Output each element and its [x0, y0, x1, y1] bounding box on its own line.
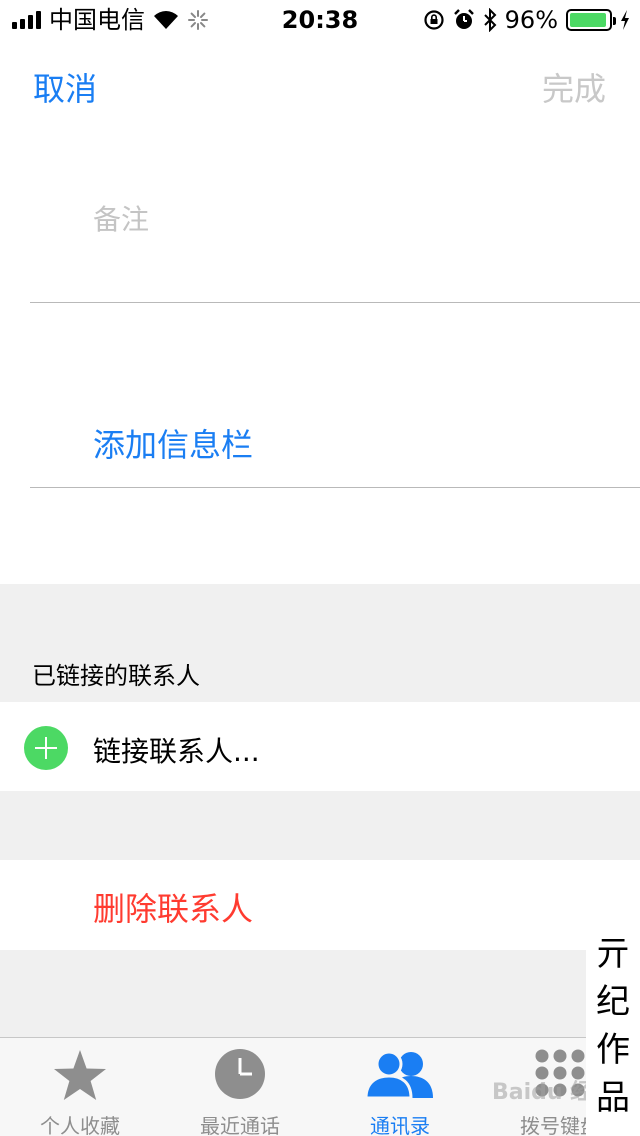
delete-contact-button[interactable]: 删除联系人 — [93, 884, 253, 930]
stamp-char: 纪 — [596, 982, 630, 1022]
section-spacer — [0, 950, 640, 1037]
status-right: 96% — [423, 6, 630, 34]
contacts-icon — [365, 1050, 433, 1100]
add-field-button[interactable]: 添加信息栏 — [93, 420, 253, 466]
tab-favorites[interactable]: 个人收藏 — [0, 1038, 160, 1136]
status-bar: 中国电信 20:38 96% — [0, 0, 640, 40]
stamp-char: 作 — [596, 1030, 630, 1070]
author-stamp: 亓 纪 作 品 — [586, 930, 640, 1136]
note-field[interactable]: 备注 — [93, 198, 149, 238]
tab-contacts[interactable]: 通讯录 — [320, 1038, 480, 1136]
divider — [30, 487, 640, 488]
battery-fill — [570, 13, 607, 27]
link-contact-label: 链接联系人... — [93, 735, 260, 768]
orientation-lock-icon — [424, 10, 444, 30]
tab-label: 最近通话 — [200, 1114, 280, 1136]
tab-recents[interactable]: 最近通话 — [160, 1038, 320, 1136]
charging-icon — [621, 10, 629, 30]
tab-label: 通讯录 — [370, 1114, 430, 1136]
battery-icon — [566, 9, 616, 31]
divider — [30, 302, 640, 303]
alarm-icon — [453, 9, 474, 29]
cancel-button[interactable]: 取消 — [33, 64, 97, 110]
delete-contact-row[interactable]: 删除联系人 — [0, 860, 640, 950]
star-icon — [54, 1050, 106, 1100]
stamp-char: 品 — [596, 1078, 630, 1118]
add-circle-icon[interactable] — [24, 726, 68, 770]
clock-icon — [215, 1049, 265, 1099]
bluetooth-icon — [483, 8, 497, 32]
stamp-char: 亓 — [596, 934, 630, 974]
link-contact-row[interactable]: 链接联系人... — [0, 702, 640, 791]
section-spacer — [0, 791, 640, 860]
tab-label: 个人收藏 — [40, 1114, 120, 1136]
done-button[interactable]: 完成 — [542, 64, 606, 110]
battery-percent: 96% — [504, 6, 558, 34]
linked-contacts-header: 已链接的联系人 — [32, 662, 200, 690]
